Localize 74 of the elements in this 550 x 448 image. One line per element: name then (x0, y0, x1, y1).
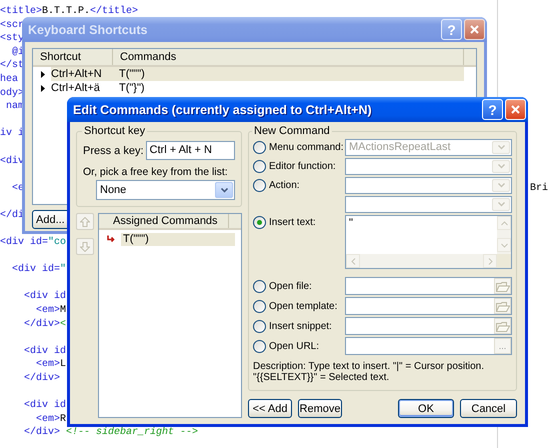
table-cell-text: Ctrl+Alt+ä (51, 81, 101, 95)
radio-button[interactable]: Open file: (253, 280, 312, 292)
field-label: Or, pick a free key from the list: (83, 166, 229, 178)
input-field[interactable]: Ctrl + Alt + N (146, 141, 235, 160)
dialog-button[interactable]: Remove (298, 399, 342, 418)
table-cell: T("}") (119, 81, 145, 95)
move-button[interactable] (76, 238, 94, 255)
radio-button[interactable]: Insert snippet: (253, 320, 332, 332)
caret-icon (498, 183, 504, 188)
scrollbar[interactable] (346, 254, 497, 268)
code-line: </div>< (23, 318, 66, 332)
down-arrow-icon (80, 242, 90, 252)
dialog-button[interactable]: OK (398, 399, 454, 418)
input-field[interactable] (345, 317, 512, 335)
list-item[interactable]: T(""") (121, 233, 235, 246)
table-cell: T(""") (119, 67, 145, 81)
input-field[interactable] (345, 297, 512, 315)
dropdown[interactable]: None (96, 180, 235, 200)
scrollbar[interactable] (497, 216, 511, 268)
radio-button[interactable]: Open URL: (253, 340, 320, 352)
browse-button[interactable] (494, 298, 511, 314)
move-button[interactable] (76, 213, 94, 230)
code-line: <div id=" (11, 263, 66, 277)
close-icon (470, 25, 479, 34)
field-label: Press a key: (83, 144, 144, 156)
up-arrow-icon (80, 216, 90, 226)
table-cell-text: Ctrl+Alt+N (51, 67, 103, 81)
code-line: </st (0, 59, 24, 73)
arrow-icon (107, 235, 115, 244)
help-button[interactable]: ? (482, 99, 503, 120)
group-label: Shortcut key (83, 125, 146, 137)
caret-icon (220, 188, 228, 192)
code-line: <em>R (35, 412, 66, 426)
folder-icon (496, 320, 510, 332)
dialog-button[interactable]: Cancel (460, 399, 517, 418)
code-line: @i (11, 46, 24, 60)
description-text: Description: Type text to insert. "|" = Cursor position. "{{SELTEXT}}" = Selected text. (253, 361, 486, 383)
dialog-button[interactable]: << Add (248, 399, 292, 418)
dropdown[interactable] (345, 158, 512, 175)
column-header[interactable]: Commands (113, 49, 464, 65)
code-line: </div> (23, 372, 60, 386)
caret-icon (498, 145, 504, 150)
close-icon (511, 105, 520, 114)
code-line: <em>M (35, 304, 66, 318)
radio-button[interactable]: Editor function: (253, 160, 336, 173)
code-line: <scr (0, 18, 24, 32)
code-line: <div id (23, 290, 66, 304)
folder-icon (496, 300, 510, 312)
code-text: Bri (530, 182, 548, 196)
radio-button[interactable]: Menu command: (253, 141, 344, 154)
code-line: hea (0, 72, 18, 87)
column-header[interactable]: Shortcut (33, 49, 113, 65)
dropdown[interactable] (345, 196, 512, 213)
code-line: <title>B.T.T.P.</title> (0, 5, 138, 19)
code-line: </div> <!-- sidebar_right --> (23, 426, 198, 440)
code-line: <div id="co (0, 236, 66, 250)
code-line: <div id (23, 399, 66, 413)
window-title: Edit Commands (currently assigned to Ctrl+Alt+N) (73, 102, 373, 116)
radio-button[interactable]: Open template: (253, 300, 338, 312)
folder-icon (496, 280, 510, 292)
radio-button[interactable]: Insert text: (253, 216, 316, 229)
caret-icon (498, 202, 504, 207)
browse-button[interactable] (494, 278, 511, 294)
radio-button[interactable]: Action: (253, 179, 300, 192)
group-label: New Command (253, 125, 331, 137)
text-area[interactable]: " (345, 215, 512, 269)
code-line: </di (0, 208, 24, 222)
dropdown[interactable] (345, 177, 512, 194)
input-field[interactable] (345, 277, 512, 295)
code-line: <div id (23, 344, 66, 358)
browse-button[interactable] (494, 318, 511, 334)
code-line: <em>L (35, 358, 66, 372)
caret-icon (498, 164, 504, 169)
window-title: Keyboard Shortcuts (28, 22, 148, 36)
